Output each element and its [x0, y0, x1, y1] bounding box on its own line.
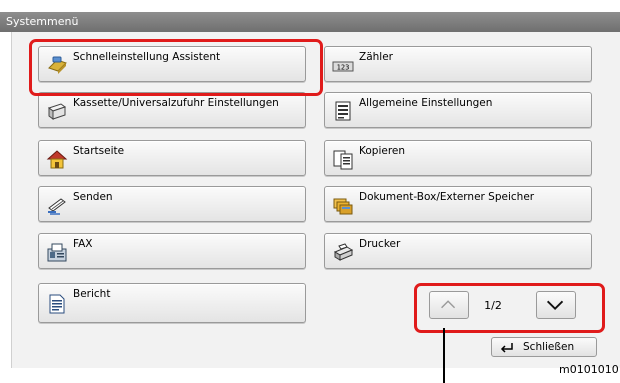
menu-button-send[interactable]: Senden: [38, 186, 306, 222]
menu-button-quick-setup-wizard[interactable]: Schnelleinstellung Assistent: [38, 46, 306, 82]
home-icon: [46, 150, 68, 169]
menu-button-general-settings[interactable]: Allgemeine Einstellungen: [324, 92, 592, 128]
counter-icon: 123: [332, 61, 354, 72]
menu-button-copy[interactable]: Kopieren: [324, 140, 592, 176]
document-box-icon: [333, 198, 353, 215]
menu-button-label: Schnelleinstellung Assistent: [73, 51, 221, 63]
menu-button-label: Kassette/Universalzufuhr Einstellungen: [73, 97, 279, 109]
menu-button-fax[interactable]: FAX: [38, 233, 306, 269]
fax-icon: [47, 243, 67, 262]
window-title: Systemmenü: [0, 12, 620, 32]
chevron-up-icon: [441, 300, 456, 309]
menu-button-report[interactable]: Bericht: [38, 283, 306, 323]
settings-icon: [335, 101, 351, 121]
cassette-icon: [47, 103, 67, 120]
menu-button-label: Zähler: [359, 51, 393, 63]
menu-button-label: Drucker: [359, 238, 401, 250]
svg-text:123: 123: [337, 64, 350, 72]
menu-button-label: Bericht: [73, 288, 111, 300]
menu-button-counter[interactable]: 123 Zähler: [324, 46, 592, 82]
close-button[interactable]: Schließen: [491, 337, 597, 357]
menu-button-cassette-settings[interactable]: Kassette/Universalzufuhr Einstellungen: [38, 92, 306, 128]
menu-button-label: Startseite: [73, 145, 125, 157]
send-icon: [48, 198, 66, 215]
menu-button-printer[interactable]: Drucker: [324, 233, 592, 269]
figure-id: m01010101: [559, 363, 620, 376]
wizard-icon: [48, 56, 67, 74]
menu-button-label: Kopieren: [359, 145, 406, 157]
page-indicator: 1/2: [484, 299, 502, 312]
menu-button-label: Senden: [73, 191, 113, 203]
copy-icon: [333, 150, 353, 170]
return-arrow-icon: [500, 343, 513, 353]
page-down-button[interactable]: [536, 291, 576, 319]
menu-button-document-box[interactable]: Dokument-Box/Externer Speicher: [324, 186, 592, 222]
printer-icon: [333, 243, 354, 261]
close-button-label: Schließen: [523, 341, 575, 353]
menu-button-label: Allgemeine Einstellungen: [359, 97, 493, 109]
menu-button-label: FAX: [73, 238, 93, 250]
chevron-down-icon: [546, 300, 564, 311]
menu-button-label: Dokument-Box/Externer Speicher: [359, 191, 535, 203]
menu-button-home[interactable]: Startseite: [38, 140, 306, 176]
report-icon: [49, 294, 65, 314]
callout-line: [443, 328, 445, 383]
page-up-button[interactable]: [429, 291, 469, 319]
